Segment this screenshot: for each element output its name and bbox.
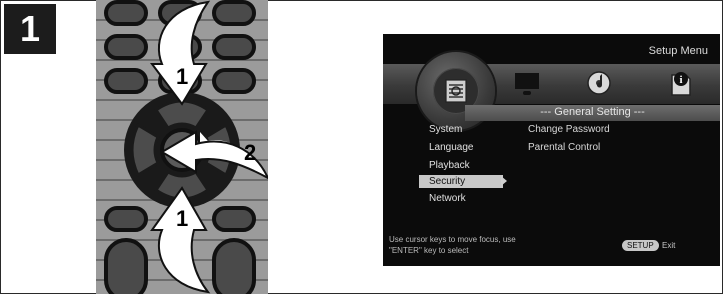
section-title: --- General Setting ---: [540, 106, 645, 118]
remote-button: [212, 0, 256, 26]
chevron-right-icon: [501, 176, 507, 186]
remote-button: [104, 0, 148, 26]
remote-button: [104, 68, 148, 94]
step-number-badge: 1: [4, 4, 56, 54]
menu-item-network[interactable]: Network: [429, 193, 466, 204]
arrow-right-number: 2: [244, 140, 257, 165]
display-icon-base: [523, 91, 531, 95]
menu-title: Setup Menu: [648, 45, 708, 57]
remote-button: [212, 206, 256, 232]
section-title-bar: --- General Setting ---: [465, 105, 720, 121]
remote-button: [212, 68, 256, 94]
menu-item-playback[interactable]: Playback: [429, 160, 470, 171]
remote-button: [104, 34, 148, 60]
display-icon[interactable]: [515, 73, 539, 89]
exit-label: Exit: [662, 241, 676, 250]
remote-button: [212, 238, 256, 294]
menu-item-language[interactable]: Language: [429, 142, 474, 153]
arrow-up-number: 1: [176, 64, 189, 89]
svg-text:i: i: [679, 74, 682, 86]
audio-disc-icon[interactable]: [586, 70, 612, 96]
help-hint: Use cursor keys to move focus, use "ENTE…: [389, 234, 569, 256]
remote-control-illustration: [96, 0, 268, 294]
help-hint-line2: "ENTER" key to select: [389, 246, 469, 255]
tv-screen-setup-menu: Setup Menu i --- General Setting --- Sys…: [383, 34, 720, 266]
arrow-down-number: 1: [176, 206, 189, 231]
menu-item-security[interactable]: Security: [419, 175, 503, 188]
setup-button[interactable]: SETUP: [622, 240, 659, 251]
remote-button: [104, 238, 148, 294]
remote-button: [104, 206, 148, 232]
help-hint-line1: Use cursor keys to move focus, use: [389, 235, 516, 244]
submenu-item-change-password[interactable]: Change Password: [528, 124, 610, 135]
submenu-item-parental-control[interactable]: Parental Control: [528, 142, 600, 153]
menu-item-system[interactable]: System: [429, 124, 462, 135]
settings-icon[interactable]: [443, 78, 469, 104]
info-icon[interactable]: i: [670, 69, 692, 97]
remote-button: [212, 34, 256, 60]
